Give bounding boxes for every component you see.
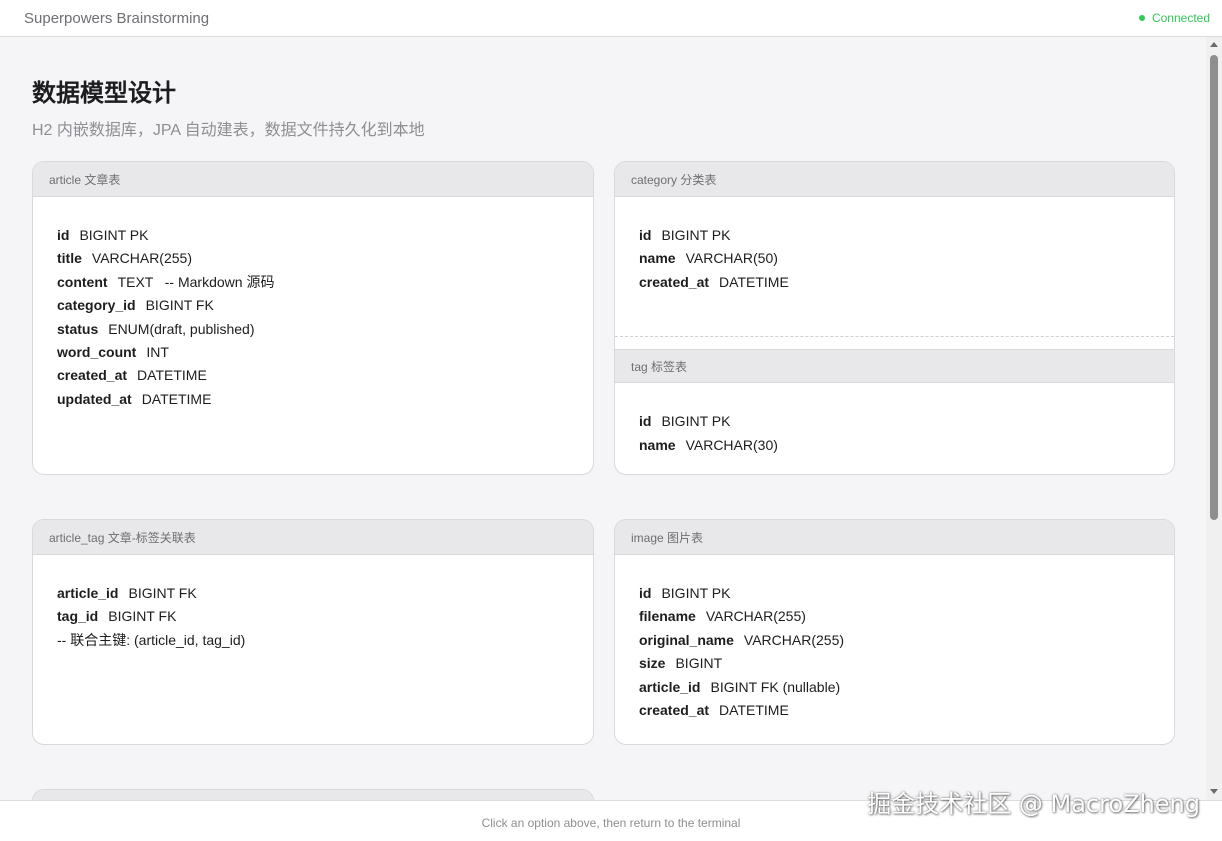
card-header: image 图片表: [615, 520, 1174, 555]
field-name: article_id: [639, 678, 701, 695]
status-dot-icon: [1138, 15, 1145, 21]
field-name: created_at: [639, 701, 710, 718]
page-title: 数据模型设计: [32, 80, 176, 107]
field-type: DATETIME: [137, 367, 207, 384]
field-type: BIGINT: [675, 655, 723, 672]
field-row: size BIGINT: [639, 652, 1150, 675]
watermark: 掘金技术社区 @ MacroZheng: [867, 790, 1200, 818]
field-row: id BIGINT PK: [639, 410, 1150, 433]
app-title: Superpowers Brainstorming: [24, 9, 210, 27]
table-card-article-tag: article_tag 文章-标签关联表 article_id BIGINT FK…: [32, 519, 594, 745]
field-name: category_id: [57, 297, 136, 314]
table-card-next: [32, 789, 594, 800]
field-type: INT: [146, 343, 169, 360]
field-row: content TEXT -- Markdown 源码: [57, 271, 569, 294]
field-type: DATETIME: [141, 390, 212, 407]
field-type: BIGINT FK: [145, 297, 214, 314]
field-type: BIGINT FK: [128, 585, 197, 601]
top-bar: Superpowers Brainstorming Connected: [0, 0, 1222, 37]
field-name: original_name: [639, 631, 734, 648]
field-name: word_count: [57, 343, 137, 360]
card-header: article 文章表: [33, 162, 593, 197]
field-name: tag_id: [57, 608, 99, 625]
card-header: article_tag 文章-标签关联表: [33, 520, 593, 555]
field-row: id BIGINT PK: [57, 224, 569, 247]
field-row: id BIGINT PK: [639, 582, 1150, 605]
field-name: id: [639, 413, 652, 430]
scroll-up-arrow-icon[interactable]: [1210, 42, 1218, 47]
field-row: category_id BIGINT FK: [57, 294, 569, 317]
field-list: id BIGINT PK title VARCHAR(255) content TEX…: [33, 197, 593, 411]
connection-status-label: Connected: [1151, 11, 1210, 25]
field-name: updated_at: [57, 390, 132, 407]
field-type: BIGINT PK: [661, 413, 731, 430]
field-type: DATETIME: [719, 273, 789, 290]
main-content[interactable]: 数据模型设计 H2 内嵌数据库，JPA 自动建表，数据文件持久化到本地 arti…: [0, 37, 1206, 800]
field-type: BIGINT FK (nullable): [710, 678, 841, 695]
field-name: size: [639, 655, 666, 672]
field-row: original_name VARCHAR(255): [639, 629, 1150, 652]
field-type: DATETIME: [719, 701, 789, 718]
field-type: TEXT -- Markdown 源码: [117, 273, 275, 290]
field-list: article_id BIGINT FK tag_id BIGINT FK -- 联…: [33, 555, 593, 652]
field-type: BIGINT FK: [108, 608, 177, 625]
connection-status: Connected: [1138, 11, 1210, 25]
vertical-scrollbar[interactable]: [1206, 37, 1222, 800]
field-type: VARCHAR(50): [685, 250, 778, 267]
card-header: category 分类表: [615, 162, 1174, 197]
field-name: created_at: [639, 273, 710, 290]
field-type: VARCHAR(255): [743, 631, 845, 648]
field-name: content: [57, 273, 108, 290]
field-name: name: [639, 436, 676, 453]
field-name: created_at: [57, 367, 128, 384]
field-list: id BIGINT PK filename VARCHAR(255) origina…: [615, 555, 1174, 722]
field-row: id BIGINT PK: [639, 224, 1150, 247]
field-row: created_at DATETIME: [639, 699, 1150, 722]
footer-hint: Click an option above, then return to th…: [481, 816, 741, 830]
table-card-image: image 图片表 id BIGINT PK filename VARCHAR(25…: [614, 519, 1175, 745]
field-type: BIGINT PK: [79, 227, 149, 243]
field-row: tag_id BIGINT FK: [57, 605, 569, 628]
field-row: title VARCHAR(255): [57, 247, 569, 270]
field-row: word_count INT: [57, 341, 569, 364]
field-name: title: [57, 250, 82, 267]
card-header: [33, 790, 593, 800]
section-header: tag 标签表: [615, 349, 1174, 384]
field-name: status: [57, 320, 99, 337]
field-list: id BIGINT PK name VARCHAR(30): [615, 383, 1174, 457]
field-row: name VARCHAR(30): [639, 434, 1150, 457]
scrollbar-thumb[interactable]: [1210, 55, 1218, 520]
page-subtitle: H2 内嵌数据库，JPA 自动建表，数据文件持久化到本地: [32, 122, 425, 139]
table-card-article: article 文章表 id BIGINT PK title VARCHAR(255…: [32, 161, 594, 475]
field-row: name VARCHAR(50): [639, 247, 1150, 270]
field-row: created_at DATETIME: [639, 271, 1150, 294]
field-type: BIGINT PK: [661, 227, 731, 243]
field-name: id: [639, 227, 652, 243]
field-name: id: [57, 227, 70, 243]
field-name: name: [639, 250, 676, 267]
field-type: ENUM(draft, published): [108, 320, 255, 337]
section-divider: [615, 336, 1174, 349]
field-type: BIGINT PK: [661, 585, 731, 601]
field-row: status ENUM(draft, published): [57, 318, 569, 341]
field-name: article_id: [57, 585, 119, 601]
field-name: id: [639, 585, 652, 601]
field-list: id BIGINT PK name VARCHAR(50) created_at DA…: [615, 197, 1174, 294]
scroll-down-arrow-icon[interactable]: [1210, 789, 1218, 794]
field-type: VARCHAR(30): [685, 436, 778, 453]
field-row: updated_at DATETIME: [57, 388, 569, 411]
field-row: article_id BIGINT FK (nullable): [639, 676, 1150, 699]
field-name: filename: [639, 608, 696, 625]
field-row: filename VARCHAR(255): [639, 605, 1150, 628]
table-card-category-tag: category 分类表 id BIGINT PK name VARCHAR(50)…: [614, 161, 1175, 475]
primary-key-note: -- 联合主键: (article_id, tag_id): [57, 631, 246, 648]
field-row: created_at DATETIME: [57, 364, 569, 387]
field-row: article_id BIGINT FK: [57, 582, 569, 605]
field-type: VARCHAR(255): [91, 250, 192, 267]
field-type: VARCHAR(255): [705, 608, 806, 625]
